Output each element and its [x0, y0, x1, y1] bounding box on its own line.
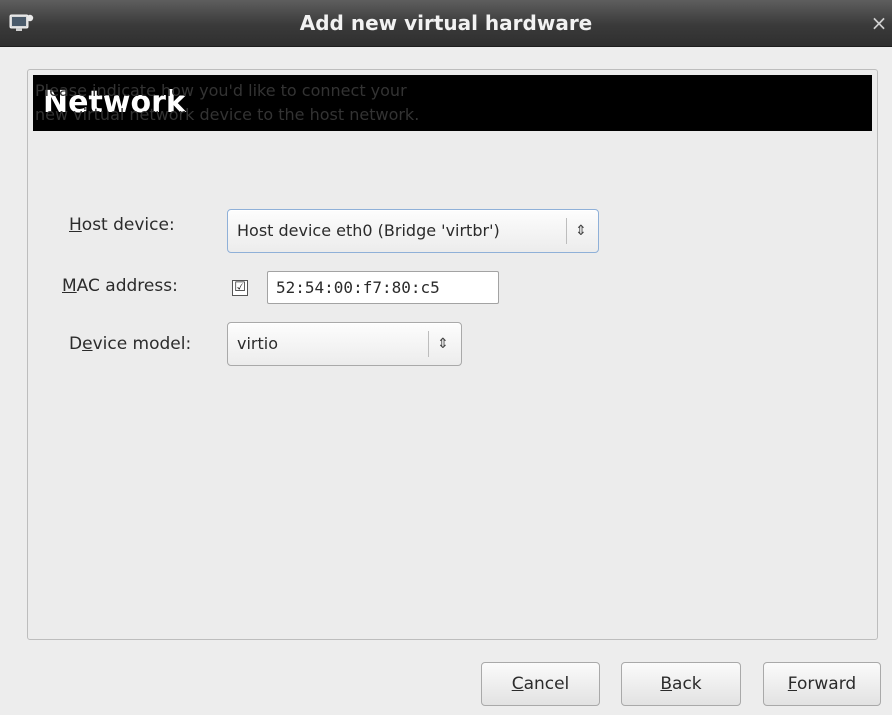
device-model-label-pre: D — [69, 334, 83, 354]
device-model-label: Device model: — [69, 332, 191, 356]
combo-separator — [428, 331, 429, 357]
back-button-label: ack — [672, 674, 702, 694]
host-device-label-mnemonic: H — [69, 215, 82, 235]
host-device-label-text: ost device: — [81, 215, 175, 235]
forward-button-label: orward — [796, 674, 857, 694]
forward-button-mnemonic: F — [787, 674, 797, 694]
mac-address-field-box — [267, 271, 499, 304]
title-bar: Add new virtual hardware × — [0, 0, 892, 47]
cancel-button[interactable]: Cancel — [481, 662, 600, 706]
host-device-label: Host device: — [69, 213, 175, 237]
forward-button[interactable]: Forward — [763, 662, 881, 706]
intro-line-2: new virtual network device to the host n… — [35, 105, 420, 124]
device-model-value: virtio — [237, 334, 278, 353]
combo-arrows-icon: ⇕ — [437, 336, 449, 352]
mac-address-label-mnemonic: M — [62, 276, 77, 296]
mac-address-field[interactable] — [268, 272, 496, 303]
mac-address-checkbox[interactable]: ☑ — [232, 280, 248, 296]
host-device-select[interactable]: Host device eth0 (Bridge 'virtbr') ⇕ — [227, 209, 599, 253]
mac-address-label-text: AC address: — [76, 276, 178, 296]
combo-arrows-icon: ⇕ — [575, 223, 587, 239]
back-button-mnemonic: B — [660, 674, 673, 694]
back-button[interactable]: Back — [621, 662, 741, 706]
window-title: Add new virtual hardware — [299, 11, 593, 35]
intro-text: Please indicate how you'd like to connec… — [35, 79, 555, 127]
mac-address-label: MAC address: — [62, 274, 178, 298]
device-model-label-text: vice model: — [92, 334, 192, 354]
intro-line-1: Please indicate how you'd like to connec… — [35, 81, 407, 100]
device-model-label-mnemonic: e — [82, 334, 93, 354]
device-model-select[interactable]: virtio ⇕ — [227, 322, 462, 366]
cancel-button-label: ancel — [523, 674, 570, 694]
close-icon[interactable]: × — [868, 0, 890, 46]
host-device-value: Host device eth0 (Bridge 'virtbr') — [237, 221, 500, 240]
combo-separator — [566, 218, 567, 244]
cancel-button-mnemonic: C — [511, 674, 524, 694]
